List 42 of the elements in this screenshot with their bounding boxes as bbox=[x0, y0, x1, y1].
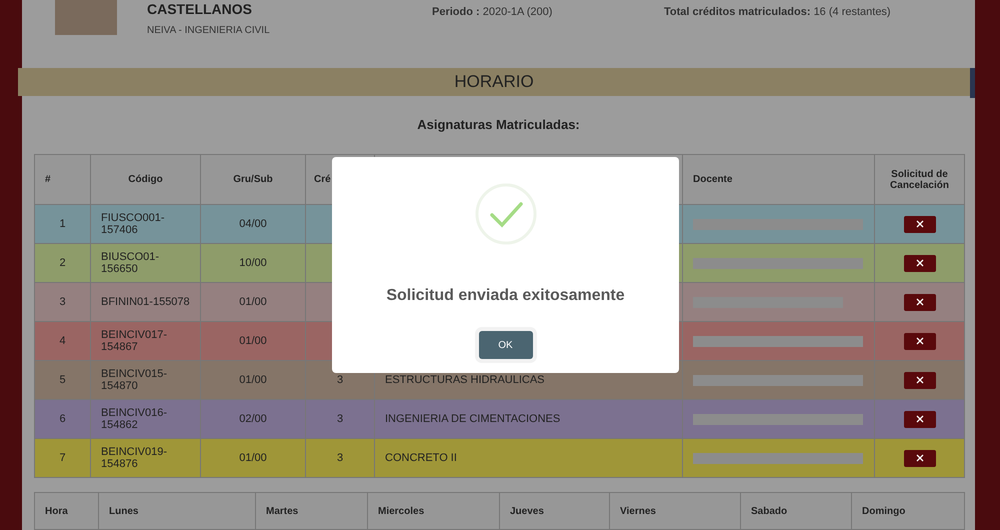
close-icon bbox=[916, 220, 924, 228]
cancel-button[interactable] bbox=[904, 410, 936, 428]
column-header: Domingo bbox=[852, 492, 964, 530]
close-icon bbox=[916, 376, 924, 384]
photo-placeholder bbox=[55, 0, 117, 35]
column-header: Gru/Sub bbox=[200, 154, 306, 204]
cancel-button[interactable] bbox=[904, 294, 936, 310]
column-header: Código bbox=[90, 154, 200, 204]
cancel-button[interactable] bbox=[904, 216, 936, 232]
column-header: Solicitud de Cancelación bbox=[874, 154, 964, 204]
checkmark-icon bbox=[474, 183, 536, 245]
close-icon bbox=[916, 454, 924, 462]
table-cell: 7 bbox=[34, 438, 90, 478]
student-program: NEIVA - INGENIERIA CIVIL bbox=[147, 25, 271, 36]
column-header: # bbox=[34, 154, 90, 204]
dialog-message: Solicitud enviada exitosamente bbox=[386, 287, 625, 305]
close-icon bbox=[916, 298, 924, 306]
close-icon bbox=[916, 259, 924, 267]
table-cell: 01/00 bbox=[200, 438, 306, 478]
column-header: Hora bbox=[34, 492, 98, 530]
table-cell: BEINCIV019-154876 bbox=[90, 438, 200, 478]
section-title: HORARIO bbox=[454, 72, 534, 92]
column-header: Miercoles bbox=[368, 492, 500, 530]
column-header: Viernes bbox=[610, 492, 740, 530]
subjects-title: Asignaturas Matriculadas: bbox=[417, 117, 580, 132]
column-header: Jueves bbox=[500, 492, 610, 530]
column-header: Sabado bbox=[740, 492, 852, 530]
close-icon bbox=[916, 337, 924, 345]
table-cell: CONCRETO II bbox=[374, 438, 682, 478]
ok-button[interactable]: OK bbox=[478, 331, 532, 359]
column-header: Martes bbox=[256, 492, 368, 530]
cancel-button[interactable] bbox=[904, 372, 936, 388]
close-icon bbox=[916, 415, 924, 423]
table-cell: 3 bbox=[306, 438, 374, 478]
column-header: Lunes bbox=[98, 492, 256, 530]
cancel-button[interactable] bbox=[904, 450, 936, 466]
period-info: Periodo : 2020-1A (200) bbox=[432, 6, 554, 18]
credits-info: Total créditos matriculados: 16 (4 restantes) bbox=[664, 6, 892, 18]
student-name: CASTELLANOS bbox=[147, 1, 253, 17]
cancel-button[interactable] bbox=[904, 254, 936, 272]
cancel-button[interactable] bbox=[904, 332, 936, 350]
column-header: Docente bbox=[682, 154, 874, 204]
